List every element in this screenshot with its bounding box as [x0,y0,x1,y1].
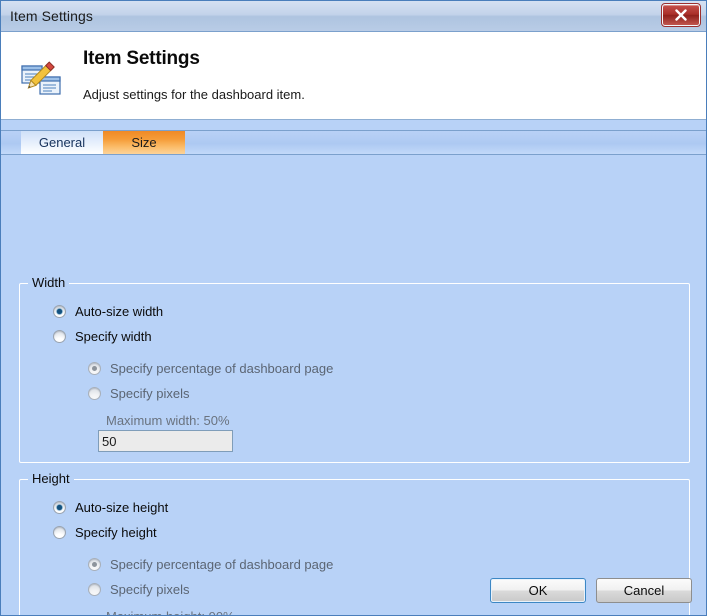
radio-indicator [53,501,66,514]
page-title: Item Settings [83,48,200,69]
radio-label: Auto-size width [75,304,164,319]
item-settings-dialog: Item Settings Item Settings Adjust setti… [0,0,707,616]
dialog-header: Item Settings Adjust settings for the da… [1,32,706,120]
radio-indicator [88,387,101,400]
radio-specify-width[interactable]: Specify width [53,329,152,344]
header-text-block: Item Settings Adjust settings for the da… [83,42,305,102]
radio-label: Auto-size height [75,500,169,515]
radio-label: Specify percentage of dashboard page [110,361,334,376]
radio-label: Specify percentage of dashboard page [110,557,334,572]
maximum-width-label: Maximum width: 50% [106,413,230,428]
tab-size[interactable]: Size [103,131,185,154]
radio-specify-height[interactable]: Specify height [53,525,157,540]
width-group-title: Width [28,275,70,290]
radio-label: Specify height [75,525,157,540]
title-bar: Item Settings [1,1,706,32]
close-button[interactable] [661,3,701,27]
tab-general[interactable]: General [21,131,103,154]
radio-label: Specify width [75,329,152,344]
ok-button[interactable]: OK [490,578,586,603]
edit-document-icon [1,42,83,100]
page-subtitle: Adjust settings for the dashboard item. [83,87,305,102]
radio-width-specify-pixels[interactable]: Specify pixels [88,386,189,401]
cancel-button[interactable]: Cancel [596,578,692,603]
close-icon [675,9,687,21]
dialog-body: General Size Width Auto-size width Speci… [1,120,706,615]
radio-width-specify-percentage[interactable]: Specify percentage of dashboard page [88,361,333,376]
radio-indicator [88,558,101,571]
window-title: Item Settings [10,8,94,24]
radio-indicator [53,305,66,318]
height-group-title: Height [28,471,74,486]
radio-label: Specify pixels [110,386,190,401]
radio-indicator [88,583,101,596]
radio-auto-size-width[interactable]: Auto-size width [53,304,163,319]
dialog-footer: OK Cancel [490,578,692,603]
radio-indicator [53,330,66,343]
radio-auto-size-height[interactable]: Auto-size height [53,500,168,515]
radio-height-specify-pixels[interactable]: Specify pixels [88,582,189,597]
maximum-height-label: Maximum height: 90% [106,609,235,615]
radio-indicator [53,526,66,539]
radio-height-specify-percentage[interactable]: Specify percentage of dashboard page [88,557,333,572]
width-value-input[interactable] [98,430,233,452]
tab-strip: General Size [1,130,706,155]
radio-label: Specify pixels [110,582,190,597]
width-group: Width Auto-size width Specify width Spec… [19,275,690,463]
radio-indicator [88,362,101,375]
